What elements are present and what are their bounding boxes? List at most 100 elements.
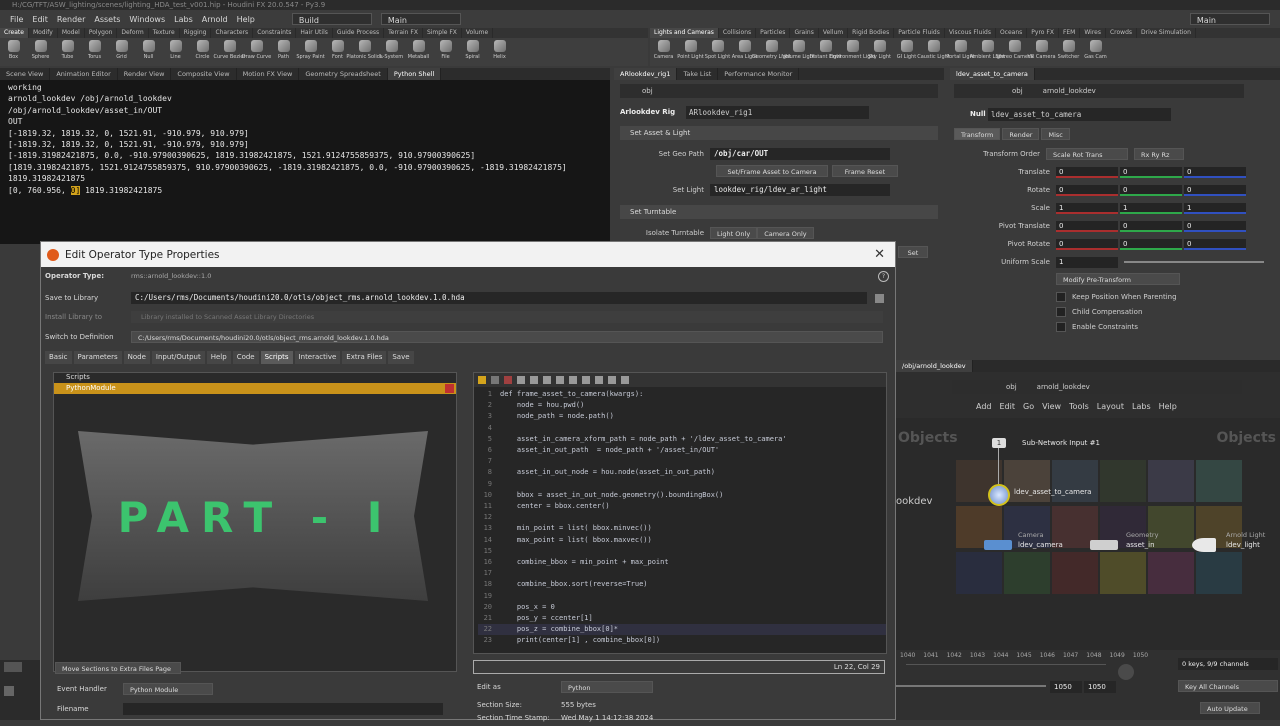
shelf-tab-rigging[interactable]: Rigging — [180, 28, 212, 38]
shelf-tab-terrain-fx[interactable]: Terrain FX — [384, 28, 423, 38]
tool-spray-paint[interactable]: Spray Paint — [296, 38, 325, 66]
node-name-field[interactable]: ARlookdev_rig1 — [686, 106, 869, 119]
shelf-tab-rigid-bodies[interactable]: Rigid Bodies — [848, 28, 895, 38]
tab-render[interactable]: Render — [1002, 128, 1040, 140]
translate-field-x[interactable]: 0 — [1056, 166, 1118, 178]
dialog-tab-save[interactable]: Save — [388, 350, 414, 364]
shelf-tab-lights-and-cameras[interactable]: Lights and Cameras — [650, 28, 719, 38]
key-all-channels-button[interactable]: Key All Channels — [1178, 680, 1278, 692]
network-menu-edit[interactable]: Edit — [1000, 402, 1016, 411]
tab-composite-view[interactable]: Composite View — [171, 68, 237, 80]
scale-field-z[interactable]: 1 — [1184, 202, 1246, 214]
scripts-list[interactable]: Scripts PythonModule PART - I — [53, 372, 457, 672]
shelf-tab-create[interactable]: Create — [0, 28, 29, 38]
tab-arlookdev-rig1[interactable]: ARlookdev_rig1 — [614, 68, 678, 80]
timeline-track[interactable] — [906, 664, 1106, 665]
copy-icon[interactable] — [517, 376, 525, 384]
shelf-tab-characters[interactable]: Characters — [211, 28, 254, 38]
camera-only-button[interactable]: Camera Only — [757, 227, 814, 239]
paste-icon[interactable] — [530, 376, 538, 384]
code-text[interactable]: 1 def frame_asset_to_camera(kwargs): 2 nod… — [474, 387, 886, 647]
tool-null[interactable]: Null — [135, 38, 162, 66]
shelf-tab-drive-simulation[interactable]: Drive Simulation — [1137, 28, 1196, 38]
shelf-tab-hair-utils[interactable]: Hair Utils — [296, 28, 333, 38]
section-set-asset[interactable]: Set Asset & Light — [620, 126, 938, 140]
cut-icon[interactable] — [504, 376, 512, 384]
tool-circle[interactable]: Circle — [189, 38, 216, 66]
shelf-tab-oceans[interactable]: Oceans — [996, 28, 1028, 38]
checkbox[interactable] — [1056, 322, 1066, 332]
tab-performance-monitor[interactable]: Performance Monitor — [718, 68, 800, 80]
pivot-translate-field-z[interactable]: 0 — [1184, 220, 1246, 232]
install-library-select[interactable]: Library installed to Scanned Asset Libra… — [131, 311, 883, 323]
tab-animation-editor[interactable]: Animation Editor — [50, 68, 118, 80]
desktop-main-select[interactable]: Main — [380, 13, 461, 25]
transform-order-select[interactable]: Scale Rot Trans — [1046, 148, 1128, 160]
dialog-tab-interactive[interactable]: Interactive — [294, 350, 341, 364]
shelf-tab-grains[interactable]: Grains — [790, 28, 819, 38]
null-node-icon[interactable] — [988, 484, 1010, 506]
tool-caustic-light[interactable]: Caustic Light — [917, 38, 950, 66]
network-menu-view[interactable]: View — [1042, 402, 1061, 411]
tool-gi-light[interactable]: GI Light — [893, 38, 920, 66]
dialog-tab-node[interactable]: Node — [123, 350, 150, 364]
tab-transform[interactable]: Transform — [954, 128, 1001, 140]
rotation-order-select[interactable]: Rx Ry Rz — [1134, 148, 1184, 160]
redo-icon[interactable] — [491, 376, 499, 384]
shelf-tab-simple-fx[interactable]: Simple FX — [423, 28, 462, 38]
shelf-tab-constraints[interactable]: Constraints — [253, 28, 297, 38]
network-menu-add[interactable]: Add — [976, 402, 992, 411]
edit-as-select[interactable]: Python — [561, 681, 653, 693]
close-icon[interactable]: ✕ — [874, 247, 885, 262]
desktop-build-select[interactable]: Build — [291, 13, 372, 25]
menu-assets[interactable]: Assets — [94, 15, 120, 24]
shelf-tab-collisions[interactable]: Collisions — [719, 28, 757, 38]
tab-take-list[interactable]: Take List — [677, 68, 719, 80]
tool-ambient-light[interactable]: Ambient Light — [970, 38, 1005, 66]
shelf-tab-modify[interactable]: Modify — [29, 28, 58, 38]
right-path-bar[interactable]: obj arnold_lookdev — [954, 84, 1244, 98]
frame-reset-button[interactable]: Frame Reset — [832, 165, 898, 177]
dialog-tab-scripts[interactable]: Scripts — [260, 350, 293, 364]
tool-camera[interactable]: Camera — [650, 38, 677, 66]
uncomment-icon[interactable] — [621, 376, 629, 384]
goto-icon[interactable] — [569, 376, 577, 384]
menu-help[interactable]: Help — [237, 15, 255, 24]
arnold-light-node-icon[interactable] — [1192, 538, 1216, 552]
tool-spiral[interactable]: Spiral — [459, 38, 486, 66]
tool-box[interactable]: Box — [0, 38, 27, 66]
shelf-tab-pyro-fx[interactable]: Pyro FX — [1027, 28, 1059, 38]
tool-portal-light[interactable]: Portal Light — [946, 38, 975, 66]
shelf-tab-vellum[interactable]: Vellum — [819, 28, 849, 38]
tool-helix[interactable]: Helix — [486, 38, 513, 66]
check-row-enable-constraints[interactable]: Enable Constraints — [1056, 320, 1138, 334]
tool-environment-light[interactable]: Environment Light — [830, 38, 876, 66]
move-sections-button[interactable]: Move Sections to Extra Files Page — [55, 662, 181, 674]
tool-spot-light[interactable]: Spot Light — [704, 38, 731, 66]
frame-end-field-2[interactable]: 1050 — [1084, 681, 1116, 693]
menu-file[interactable]: File — [10, 15, 23, 24]
tool-sphere[interactable]: Sphere — [27, 38, 54, 66]
shelf-tab-polygon[interactable]: Polygon — [85, 28, 118, 38]
shelf-tab-deform[interactable]: Deform — [117, 28, 149, 38]
dialog-tab-code[interactable]: Code — [232, 350, 259, 364]
dialog-tab-help[interactable]: Help — [206, 350, 231, 364]
check-row-keep-position-when-parenting[interactable]: Keep Position When Parenting — [1056, 290, 1177, 304]
dialog-tab-parameters[interactable]: Parameters — [73, 350, 122, 364]
tool-draw-curve[interactable]: Draw Curve — [242, 38, 271, 66]
tool-area-light[interactable]: Area Light — [731, 38, 758, 66]
delete-icon[interactable] — [445, 384, 454, 393]
shelf-tab-guide-process[interactable]: Guide Process — [333, 28, 385, 38]
dialog-tab-input-output[interactable]: Input/Output — [151, 350, 205, 364]
scripts-item-pythonmodule[interactable]: PythonModule — [54, 383, 456, 394]
modify-pre-transform-select[interactable]: Modify Pre-Transform — [1056, 273, 1180, 285]
tool-font[interactable]: Font — [324, 38, 351, 66]
shelf-tab-volume[interactable]: Volume — [462, 28, 494, 38]
tool-curve-bezier[interactable]: Curve Bezier — [214, 38, 246, 66]
tool-grid[interactable]: Grid — [108, 38, 135, 66]
tab-misc[interactable]: Misc — [1041, 128, 1070, 140]
tab-geometry-spreadsheet[interactable]: Geometry Spreadsheet — [299, 68, 388, 80]
translate-field-y[interactable]: 0 — [1120, 166, 1182, 178]
network-canvas[interactable]: Objects Objects ookdev 1 Sub-Network Inp… — [896, 418, 1280, 658]
network-menu-go[interactable]: Go — [1023, 402, 1034, 411]
